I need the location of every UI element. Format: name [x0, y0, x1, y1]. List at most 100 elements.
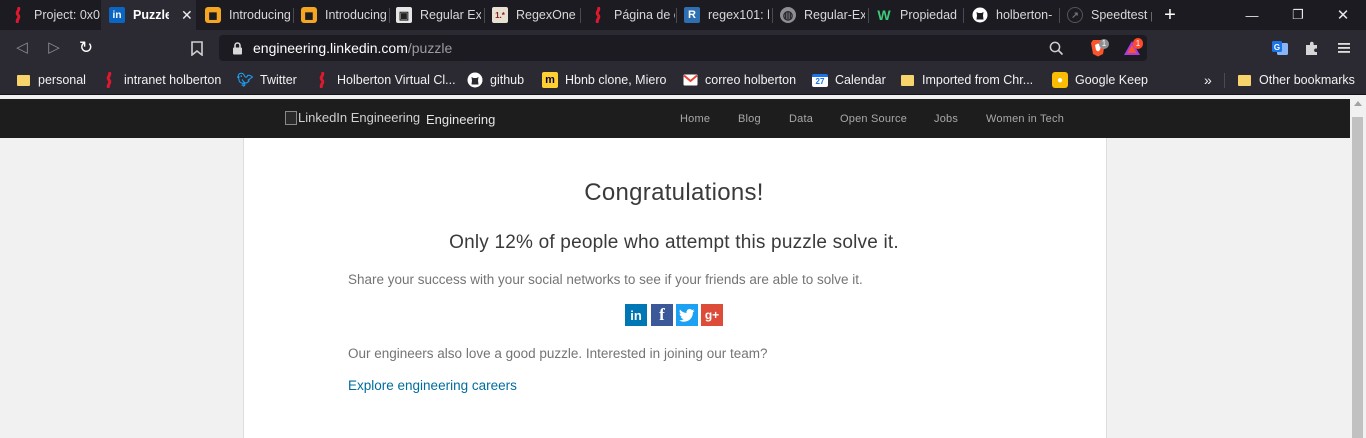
tab-title: RegexOne: [516, 8, 576, 22]
minimize-button[interactable]: —: [1229, 0, 1275, 30]
holberton-icon: [101, 72, 117, 88]
linkedin-share-icon[interactable]: in: [625, 304, 647, 326]
calendar-icon: 27: [812, 73, 828, 87]
broken-image-icon: [285, 110, 297, 125]
bookmark-personal[interactable]: personal: [15, 66, 86, 94]
close-tab-icon[interactable]: ✕: [181, 7, 193, 24]
tab-speedtest[interactable]: ↗ Speedtest p: [1067, 0, 1152, 30]
svg-text:G: G: [1274, 43, 1280, 52]
tab-title: Regular Exp: [420, 8, 481, 22]
tab-separator: [868, 8, 869, 23]
scroll-up-arrow-icon[interactable]: [1354, 101, 1362, 106]
bookmark-label: personal: [38, 73, 86, 87]
extensions-puzzle-icon[interactable]: [1302, 38, 1322, 58]
folder-icon: [899, 72, 915, 88]
tab-pagina[interactable]: Página de c: [590, 0, 675, 30]
tab-regexone[interactable]: 1.* RegexOne: [492, 0, 577, 30]
brave-shields-icon[interactable]: 1: [1085, 38, 1111, 58]
bookmark-calendar[interactable]: 27 Calendar: [812, 66, 886, 94]
bookmark-label: Calendar: [835, 73, 886, 87]
holberton-icon: [314, 72, 330, 88]
bookmark-label: Twitter: [260, 73, 297, 87]
reload-button[interactable]: ↻: [75, 38, 97, 58]
menu-icon[interactable]: [1334, 38, 1354, 58]
forward-button[interactable]: ▷: [43, 38, 65, 58]
url-host: engineering.linkedin.com: [253, 40, 408, 56]
tab-title: Propiedad: [900, 8, 957, 22]
back-button[interactable]: ◁: [11, 38, 33, 58]
other-bookmarks[interactable]: Other bookmarks: [1236, 66, 1355, 94]
tab-title: holberton-: [996, 8, 1053, 22]
linkedin-icon: in: [109, 7, 125, 23]
introducing-icon: ◼: [205, 7, 221, 23]
bookmark-google-keep[interactable]: ● Google Keep: [1052, 66, 1148, 94]
bookmark-correo-holberton[interactable]: correo holberton: [682, 66, 796, 94]
tab-introducing-1[interactable]: ◼ Introducing: [205, 0, 290, 30]
tab-title: Página de c: [614, 8, 675, 22]
github-icon: [467, 72, 483, 88]
bookmark-twitter[interactable]: 🐦︎ Twitter: [237, 66, 297, 94]
url-text[interactable]: engineering.linkedin.com/puzzle: [253, 40, 452, 56]
tab-project[interactable]: Project: 0x0: [10, 0, 100, 30]
translate-icon[interactable]: G: [1270, 38, 1290, 58]
brave-rewards-icon[interactable]: 1: [1119, 38, 1145, 58]
rewards-badge: 1: [1133, 38, 1143, 49]
bookmark-holberton-virtual[interactable]: Holberton Virtual Cl...: [314, 66, 456, 94]
tab-title: Introducing: [325, 8, 386, 22]
bookmark-page-icon[interactable]: [188, 38, 206, 58]
tab-title: Speedtest p: [1091, 8, 1152, 22]
tab-regex101[interactable]: R regex101: b: [684, 0, 769, 30]
nav-home[interactable]: Home: [680, 113, 710, 125]
holberton-icon: [10, 7, 26, 23]
facebook-share-icon[interactable]: f: [651, 304, 673, 326]
share-text: Share your success with your social netw…: [348, 272, 863, 287]
twitter-icon: 🐦︎: [236, 72, 254, 87]
brave-badge: 1: [1099, 39, 1109, 49]
tab-regular-exp[interactable]: ▣ Regular Exp: [396, 0, 481, 30]
logo-alt-text: LinkedIn Engineering: [298, 110, 421, 125]
bookmarks-overflow-button[interactable]: »: [1204, 66, 1212, 94]
tab-title: Project: 0x0: [34, 8, 100, 22]
linkedin-logo-image[interactable]: LinkedIn Engineering: [285, 110, 420, 125]
tab-propiedad[interactable]: W Propiedad: [876, 0, 961, 30]
bookmark-separator: [1224, 73, 1225, 88]
nav-blog[interactable]: Blog: [738, 113, 761, 125]
tab-regular-exp-2[interactable]: ◍ Regular-Exp: [780, 0, 865, 30]
regex-book-icon: ▣: [396, 7, 412, 23]
bookmark-github[interactable]: github: [467, 66, 524, 94]
site-logo-text[interactable]: Engineering: [426, 112, 495, 127]
nav-open-source[interactable]: Open Source: [840, 113, 907, 125]
new-tab-button[interactable]: +: [1160, 4, 1180, 26]
tab-title: Regular-Exp: [804, 8, 865, 22]
tab-separator: [676, 8, 677, 23]
explore-careers-link[interactable]: Explore engineering careers: [348, 378, 517, 393]
scrollbar-thumb[interactable]: [1352, 117, 1363, 438]
bookmark-intranet-holberton[interactable]: intranet holberton: [101, 66, 221, 94]
keep-icon: ●: [1052, 72, 1068, 88]
tab-separator: [484, 8, 485, 23]
window-close-button[interactable]: ✕: [1320, 0, 1366, 30]
tab-introducing-2[interactable]: ◼ Introducing: [301, 0, 386, 30]
tab-separator: [389, 8, 390, 23]
restore-button[interactable]: ❐: [1275, 0, 1321, 30]
googleplus-share-icon[interactable]: g+: [701, 304, 723, 326]
globe-icon: ◍: [780, 7, 796, 23]
folder-icon: [15, 72, 31, 88]
nav-data[interactable]: Data: [789, 113, 813, 125]
url-path: /puzzle: [407, 40, 453, 56]
bookmark-imported[interactable]: Imported from Chr...: [899, 66, 1033, 94]
lock-icon[interactable]: [230, 40, 244, 56]
bookmark-label: Google Keep: [1075, 73, 1148, 87]
twitter-share-icon[interactable]: [676, 304, 698, 326]
tab-separator: [1059, 8, 1060, 23]
nav-women-in-tech[interactable]: Women in Tech: [986, 113, 1064, 125]
tab-separator: [293, 8, 294, 23]
bookmark-hbnb-clone[interactable]: m Hbnb clone, Miero: [542, 66, 666, 94]
holberton-icon: [590, 7, 606, 23]
zoom-icon[interactable]: [1047, 39, 1065, 57]
tab-puzzle[interactable]: in Puzzle | L ✕: [101, 0, 196, 30]
github-icon: [972, 7, 988, 23]
nav-jobs[interactable]: Jobs: [934, 113, 958, 125]
tab-holberton-github[interactable]: holberton-: [972, 0, 1057, 30]
bookmark-label: intranet holberton: [124, 73, 222, 87]
